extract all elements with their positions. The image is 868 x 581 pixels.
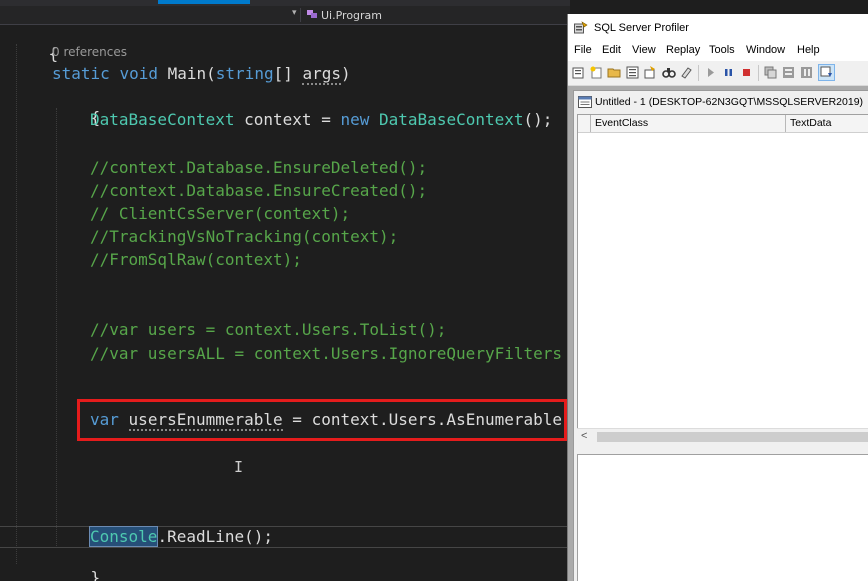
- comment-line: //FromSqlRaw(context);: [90, 250, 302, 269]
- code-line: {: [10, 24, 59, 84]
- trace-doc-icon: [578, 96, 592, 108]
- clear-trace-icon[interactable]: [679, 65, 694, 80]
- void-keyword: void: [119, 64, 158, 83]
- open-folder-icon[interactable]: [607, 65, 622, 80]
- profiler-mdi-area: Untitled - 1 (DESKTOP-62N3GQT\MSSQLSERVE…: [568, 86, 868, 581]
- highlight-box: [77, 399, 567, 441]
- menu-file[interactable]: File: [574, 44, 592, 56]
- properties-icon[interactable]: [625, 65, 640, 80]
- active-document-tab[interactable]: [158, 0, 250, 4]
- class-icon: [307, 10, 317, 18]
- trace-title: Untitled - 1 (DESKTOP-62N3GQT\MSSQLSERVE…: [595, 96, 864, 108]
- close-paren: ): [341, 64, 351, 83]
- scroll-left-icon[interactable]: <: [581, 430, 587, 442]
- new-template-icon[interactable]: [589, 65, 604, 80]
- trace-events-grid[interactable]: EventClass TextData: [577, 114, 868, 446]
- profiler-title: SQL Server Profiler: [594, 22, 689, 34]
- text-cursor-icon: I: [234, 458, 244, 476]
- readline-line: Console.ReadLine();: [88, 526, 274, 547]
- find-icon[interactable]: [661, 65, 676, 80]
- nav-separator: [300, 8, 301, 22]
- comment-line: // ClientCsServer(context);: [90, 204, 351, 223]
- param-name: args: [302, 64, 342, 85]
- method-close-brace: }: [90, 568, 101, 581]
- comment-line: //var usersALL = context.Users.IgnoreQue…: [90, 344, 563, 363]
- current-line-highlight: [0, 526, 570, 548]
- code-line: }: [52, 548, 101, 581]
- profiler-app-icon: [574, 21, 588, 34]
- comment-block: //var users = context.Users.ToList(); //v…: [90, 318, 562, 366]
- method-signature-line: static void Main(string[] args): [52, 64, 351, 85]
- scrollbar-thumb[interactable]: [597, 432, 868, 442]
- comment-line: //context.Database.EnsureDeleted();: [90, 158, 428, 177]
- project-dropdown-arrow-icon[interactable]: ▾: [292, 8, 297, 18]
- navigation-bar: ▾ Ui.Program: [0, 6, 570, 25]
- profiler-menu-bar: File Edit View Replay Tools Window Help: [568, 41, 868, 61]
- static-keyword: static: [52, 64, 110, 83]
- grid-header: EventClass TextData: [578, 115, 868, 133]
- comment-line: //TrackingVsNoTracking(context);: [90, 227, 399, 246]
- column-header-eventclass[interactable]: EventClass: [591, 115, 786, 132]
- grid-row-header-corner: [578, 115, 591, 132]
- console-type-selected: Console: [88, 526, 159, 547]
- sql-profiler-window[interactable]: SQL Server Profiler File Edit View Repla…: [567, 14, 868, 581]
- toolbar-separator: [698, 65, 699, 81]
- indent-guide: [16, 44, 17, 564]
- constructor-call-tail: ();: [523, 110, 553, 129]
- param-type: string: [215, 64, 274, 83]
- open-paren: (: [206, 64, 216, 83]
- stop-icon[interactable]: [739, 65, 754, 80]
- comment-line: //var users = context.Users.ToList();: [90, 320, 447, 339]
- pause-icon[interactable]: [721, 65, 736, 80]
- new-keyword: new: [340, 110, 370, 129]
- profiler-toolbar: [568, 61, 868, 86]
- menu-replay[interactable]: Replay: [666, 44, 700, 56]
- column-label: EventClass: [595, 117, 649, 129]
- events-selection-icon[interactable]: [643, 65, 658, 80]
- variable-assignment: context =: [234, 110, 341, 129]
- context-declaration-line: DataBaseContext context = new DataBaseCo…: [90, 110, 552, 130]
- trace-title-bar[interactable]: Untitled - 1 (DESKTOP-62N3GQT\MSSQLSERVE…: [574, 91, 868, 113]
- menu-window[interactable]: Window: [746, 44, 785, 56]
- code-editor[interactable]: ▾ Ui.Program { 0 references static void …: [0, 0, 570, 581]
- pane-splitter[interactable]: [577, 444, 868, 454]
- comment-line: //context.Database.EnsureCreated();: [90, 181, 428, 200]
- class-dropdown[interactable]: Ui.Program: [321, 9, 382, 22]
- replay-icon[interactable]: [763, 65, 778, 80]
- type-name: DataBaseContext: [379, 110, 524, 129]
- column-label: TextData: [790, 117, 832, 129]
- readline-call: .ReadLine();: [157, 527, 274, 546]
- array-brackets: []: [273, 64, 303, 83]
- method-name: Main: [167, 64, 207, 83]
- menu-edit[interactable]: Edit: [602, 44, 621, 56]
- profiler-title-bar[interactable]: SQL Server Profiler: [568, 14, 868, 41]
- template-grid-icon[interactable]: [781, 65, 796, 80]
- menu-view[interactable]: View: [632, 44, 656, 56]
- menu-tools[interactable]: Tools: [709, 44, 735, 56]
- codelens-references[interactable]: 0 references: [52, 45, 127, 59]
- type-name: DataBaseContext: [90, 110, 235, 129]
- new-trace-icon[interactable]: [571, 65, 586, 80]
- auto-scroll-icon[interactable]: [818, 64, 835, 81]
- menu-help[interactable]: Help: [797, 44, 820, 56]
- column-icon[interactable]: [799, 65, 814, 80]
- toolbar-separator: [758, 65, 759, 81]
- column-header-textdata[interactable]: TextData: [786, 115, 868, 132]
- editor-margin: [0, 25, 8, 581]
- horizontal-scrollbar[interactable]: <: [577, 428, 868, 445]
- run-icon[interactable]: [703, 65, 718, 80]
- indent-guide: [56, 108, 57, 548]
- comment-block: //context.Database.EnsureDeleted(); //con…: [90, 156, 427, 271]
- trace-document[interactable]: Untitled - 1 (DESKTOP-62N3GQT\MSSQLSERVE…: [573, 90, 868, 581]
- event-detail-pane[interactable]: [577, 454, 868, 581]
